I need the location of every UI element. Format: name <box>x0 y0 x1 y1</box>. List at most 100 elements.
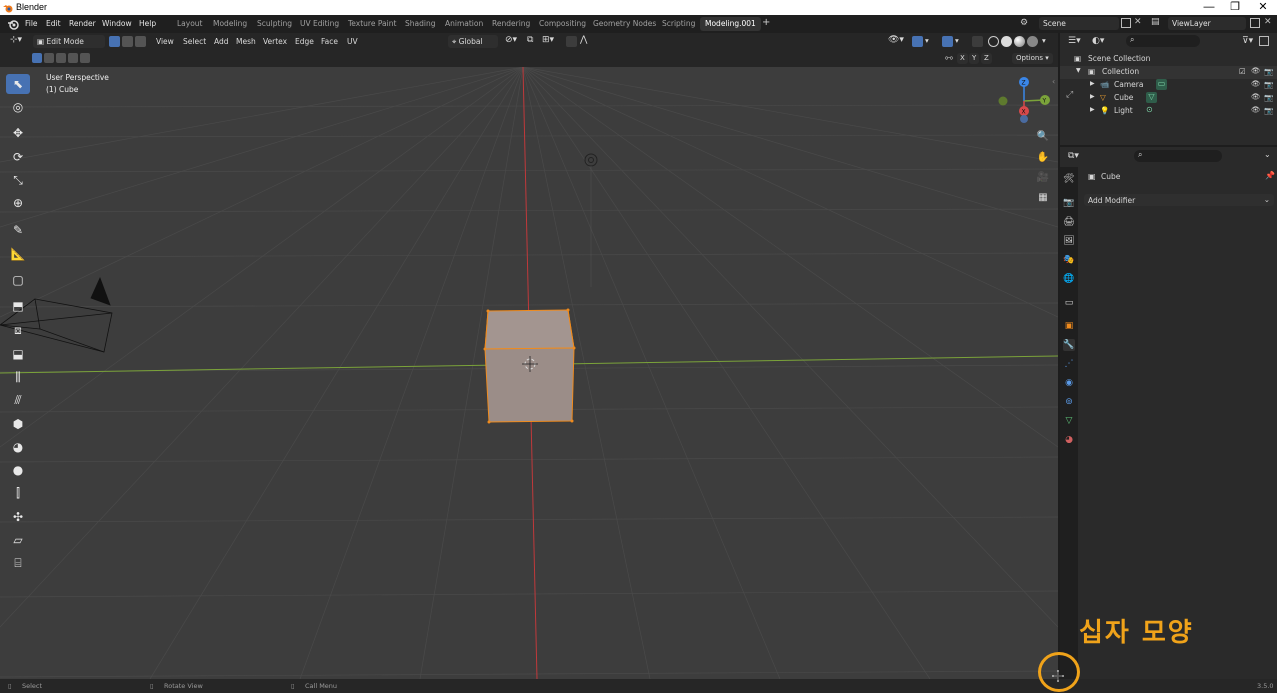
tree-scene-collection[interactable]: ▣ Scene Collection <box>1060 53 1277 66</box>
cube-render-icon[interactable]: 📷 <box>1264 93 1273 102</box>
cursor-tool-icon[interactable]: ◎ <box>6 97 30 117</box>
smooth-tool-icon[interactable]: ● <box>6 460 30 480</box>
view-layer-tab-icon[interactable]: 🖼 <box>1063 235 1075 247</box>
tab-sculpting[interactable]: Sculpting <box>257 19 292 28</box>
overlay-toggle-icon[interactable] <box>942 36 953 47</box>
menu-mesh[interactable]: Mesh <box>236 37 256 46</box>
bevel-tool-icon[interactable]: ⬓ <box>6 344 30 364</box>
object-tab-icon[interactable]: ▣ <box>1063 320 1075 332</box>
physics-tab-icon[interactable]: ◉ <box>1063 377 1075 389</box>
axis-y-toggle[interactable]: Y <box>969 53 980 64</box>
close-button[interactable]: ✕ <box>1250 0 1276 15</box>
shear-tool-icon[interactable]: ▱ <box>6 530 30 550</box>
menu-uv[interactable]: UV <box>347 37 358 46</box>
light-render-icon[interactable]: 📷 <box>1264 106 1273 115</box>
xray-toggle-icon[interactable] <box>972 36 983 47</box>
select-box-tool-icon[interactable]: ⬉ <box>6 74 30 94</box>
tab-uv-editing[interactable]: UV Editing <box>300 19 339 28</box>
face-select-icon[interactable] <box>135 36 146 47</box>
light-visibility-icon[interactable]: 👁 <box>1251 105 1261 114</box>
data-tab-icon[interactable]: ▽ <box>1063 415 1075 427</box>
solid-shading-icon[interactable] <box>1001 36 1012 47</box>
restore-button[interactable]: ❐ <box>1222 0 1248 15</box>
vertex-select-icon[interactable] <box>109 36 120 47</box>
select-extend-icon[interactable] <box>44 53 54 63</box>
inset-tool-icon[interactable]: ⧈ <box>6 320 30 340</box>
blender-menu-icon[interactable] <box>7 18 19 30</box>
render-tab-icon[interactable]: 📷 <box>1063 197 1075 209</box>
select-intersect-icon[interactable] <box>80 53 90 63</box>
spin-tool-icon[interactable]: ◕ <box>6 437 30 457</box>
menu-face[interactable]: Face <box>321 37 338 46</box>
edge-slide-tool-icon[interactable]: ⫿ <box>6 483 30 503</box>
axis-z-toggle[interactable]: Z <box>981 53 992 64</box>
material-shading-icon[interactable] <box>1014 36 1025 47</box>
camera-visibility-icon[interactable]: 👁 <box>1251 79 1261 88</box>
menu-file[interactable]: File <box>25 19 38 28</box>
filter-icon[interactable]: ⊽▾ <box>1242 36 1253 46</box>
editor-type-icon[interactable]: ⊹▾ <box>10 35 22 45</box>
zoom-icon[interactable]: 🔍 <box>1035 129 1051 145</box>
rip-region-tool-icon[interactable]: ⌸ <box>6 553 30 573</box>
edge-select-icon[interactable] <box>122 36 133 47</box>
properties-editor-icon[interactable]: ⧉▾ <box>1068 151 1079 161</box>
viewport-3d[interactable]: User Perspective (1) Cube Z Y X 🔍 ✋ 🎥 ▦ … <box>0 67 1058 679</box>
pivot-point-icon[interactable]: ⊘▾ <box>505 35 517 45</box>
tool-tab-icon[interactable]: 🛠 <box>1063 173 1075 185</box>
move-tool-icon[interactable]: ✥ <box>6 123 30 143</box>
rotate-tool-icon[interactable]: ⟳ <box>6 147 30 167</box>
loop-cut-tool-icon[interactable]: ⫼ <box>6 367 30 387</box>
modifier-tab-icon[interactable]: 🔧 <box>1063 339 1075 351</box>
minimize-button[interactable]: — <box>1196 0 1222 15</box>
scene-selector[interactable]: Scene <box>1039 17 1119 30</box>
poly-build-tool-icon[interactable]: ⬢ <box>6 414 30 434</box>
properties-options-icon[interactable]: ⌄ <box>1264 150 1271 159</box>
view-layer-selector[interactable]: ViewLayer <box>1168 17 1246 30</box>
extrude-tool-icon[interactable]: ⬒ <box>6 296 30 316</box>
new-scene-icon[interactable] <box>1121 18 1131 28</box>
shading-dropdown-icon[interactable]: ▾ <box>1042 36 1046 45</box>
camera-render-icon[interactable]: 📷 <box>1264 80 1273 89</box>
tab-shading[interactable]: Shading <box>405 19 435 28</box>
tab-rendering[interactable]: Rendering <box>492 19 530 28</box>
scene-tab-icon[interactable]: 🎭 <box>1063 254 1075 266</box>
select-invert-icon[interactable] <box>68 53 78 63</box>
tab-modeling-001[interactable]: Modeling.001 <box>700 17 761 31</box>
render-camera-icon[interactable]: 📷 <box>1264 67 1273 76</box>
outliner-search-input[interactable]: ⌕ <box>1126 35 1200 47</box>
output-tab-icon[interactable]: 🖨 <box>1063 216 1075 228</box>
light-data-icon[interactable]: ⊙ <box>1146 105 1153 114</box>
knife-tool-icon[interactable]: ⫻ <box>6 390 30 410</box>
new-collection-icon[interactable] <box>1259 36 1269 46</box>
properties-search-input[interactable]: ⌕ <box>1134 150 1222 162</box>
wireframe-shading-icon[interactable] <box>988 36 999 47</box>
select-subtract-icon[interactable] <box>56 53 66 63</box>
menu-render[interactable]: Render <box>69 19 96 28</box>
delete-scene-icon[interactable]: ✕ <box>1134 17 1142 27</box>
tree-item-camera[interactable]: ▶ 📹 Camera ▭ 👁 📷 <box>1060 79 1277 92</box>
cube-visibility-icon[interactable]: 👁 <box>1251 92 1261 101</box>
mode-selector[interactable]: ▣ Edit Mode <box>33 35 105 48</box>
shrink-fatten-tool-icon[interactable]: ✣ <box>6 507 30 527</box>
menu-select[interactable]: Select <box>183 37 206 46</box>
add-modifier-dropdown[interactable]: Add Modifier ⌄ <box>1084 194 1274 206</box>
falloff-icon[interactable]: ⋀ <box>580 35 587 45</box>
menu-view[interactable]: View <box>156 37 174 46</box>
tab-modeling[interactable]: Modeling <box>213 19 247 28</box>
visibility-icon[interactable]: 👁▾ <box>888 35 904 45</box>
axis-x-toggle[interactable]: X <box>957 53 968 64</box>
mesh-data-icon[interactable]: ▽ <box>1146 92 1157 103</box>
gizmo-neg-y-handle[interactable] <box>998 96 1008 106</box>
select-new-icon[interactable] <box>32 53 42 63</box>
add-workspace-icon[interactable]: + <box>762 17 770 28</box>
pin-icon[interactable]: 📌 <box>1265 171 1275 180</box>
display-mode-icon[interactable]: ◐▾ <box>1092 36 1104 46</box>
menu-help[interactable]: Help <box>139 19 156 28</box>
sidebar-toggle-icon[interactable]: ‹ <box>1052 77 1055 86</box>
tab-animation[interactable]: Animation <box>445 19 483 28</box>
expand-light-icon[interactable]: ▶ <box>1090 106 1095 113</box>
expand-camera-icon[interactable]: ▶ <box>1090 80 1095 87</box>
rendered-shading-icon[interactable] <box>1027 36 1038 47</box>
menu-edit[interactable]: Edit <box>46 19 61 28</box>
particles-tab-icon[interactable]: ⋰ <box>1063 358 1075 370</box>
